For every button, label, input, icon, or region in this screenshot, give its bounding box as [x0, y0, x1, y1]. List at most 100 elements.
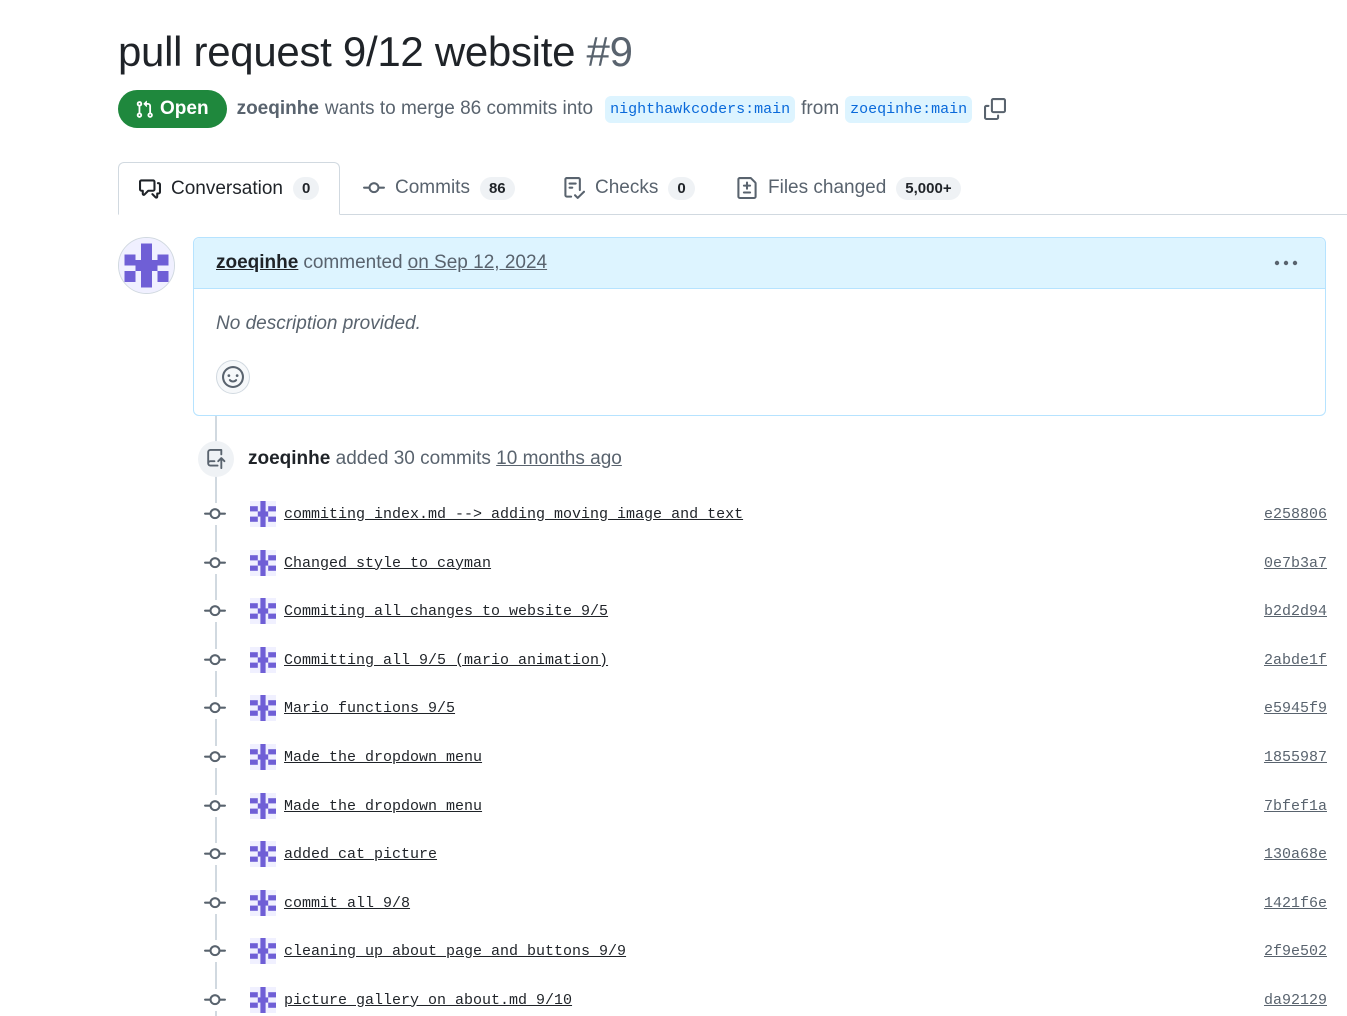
- pr-state-label: Open: [160, 98, 209, 119]
- git-commit-icon: [204, 697, 226, 719]
- commit-author-avatar[interactable]: [250, 987, 276, 1013]
- push-action-text: added 30 commits: [335, 448, 491, 469]
- git-commit-icon: [204, 940, 226, 962]
- comment-author-link[interactable]: zoeqinhe: [216, 252, 298, 274]
- base-branch-link[interactable]: nighthawkcoders:main: [605, 95, 796, 123]
- copy-icon[interactable]: [984, 98, 1007, 120]
- pr-title: pull request 9/12 website #9: [118, 28, 633, 76]
- file-diff-icon: [737, 177, 757, 199]
- tab-conversation-count: 0: [292, 177, 320, 200]
- head-branch-link[interactable]: zoeqinhe:main: [845, 95, 973, 123]
- commit-row: picture gallery on about.md 9/10 da92129: [204, 985, 1327, 1015]
- git-commit-icon: [204, 649, 226, 671]
- commit-message-link[interactable]: picture gallery on about.md 9/10: [284, 992, 572, 1009]
- pr-state-row: Open zoeqinhe wants to merge 86 commits …: [118, 89, 1007, 129]
- commit-row: commiting index.md --> adding moving ima…: [204, 499, 1327, 529]
- git-commit-icon: [204, 989, 226, 1011]
- commit-sha-link[interactable]: 2abde1f: [1264, 652, 1327, 669]
- comment-header: zoeqinhe commented on Sep 12, 2024: [194, 238, 1325, 289]
- comment-date-link[interactable]: on Sep 12, 2024: [408, 252, 547, 274]
- commit-sha-link[interactable]: 1855987: [1264, 749, 1327, 766]
- commit-row: Mario functions 9/5 e5945f9: [204, 693, 1327, 723]
- tab-checks[interactable]: Checks 0: [563, 162, 695, 214]
- tab-conversation-label: Conversation: [171, 177, 283, 199]
- commit-author-avatar[interactable]: [250, 793, 276, 819]
- commit-sha-link[interactable]: 1421f6e: [1264, 895, 1327, 912]
- commit-row: cleaning up about page and buttons 9/9 2f…: [204, 936, 1327, 966]
- tab-commits[interactable]: Commits 86: [363, 162, 515, 214]
- commit-sha-link[interactable]: e5945f9: [1264, 700, 1327, 717]
- commit-message-link[interactable]: cleaning up about page and buttons 9/9: [284, 943, 626, 960]
- git-commit-icon: [204, 843, 226, 865]
- push-time-link[interactable]: 10 months ago: [496, 448, 622, 469]
- commit-message-link[interactable]: Mario functions 9/5: [284, 700, 455, 717]
- pr-author-link[interactable]: zoeqinhe: [237, 98, 319, 120]
- commit-author-avatar[interactable]: [250, 841, 276, 867]
- git-commit-icon: [204, 746, 226, 768]
- commit-author-avatar[interactable]: [250, 938, 276, 964]
- git-commit-icon: [204, 600, 226, 622]
- git-commit-icon: [363, 182, 385, 194]
- tab-files-changed[interactable]: Files changed 5,000+: [736, 162, 961, 214]
- comment-box: zoeqinhe commented on Sep 12, 2024 No de…: [193, 237, 1326, 416]
- commit-message-link[interactable]: added cat picture: [284, 846, 437, 863]
- tab-commits-label: Commits: [395, 177, 470, 198]
- commit-row: commit all 9/8 1421f6e: [204, 888, 1327, 918]
- commit-message-link[interactable]: commiting index.md --> adding moving ima…: [284, 506, 743, 523]
- commit-author-avatar[interactable]: [250, 744, 276, 770]
- comment-discussion-icon: [139, 178, 161, 199]
- repo-push-icon: [198, 441, 234, 477]
- avatar[interactable]: [118, 237, 175, 294]
- commit-row: Commiting all changes to website 9/5 b2d2…: [204, 596, 1327, 626]
- commit-sha-link[interactable]: 130a68e: [1264, 846, 1327, 863]
- commit-sha-link[interactable]: 2f9e502: [1264, 943, 1327, 960]
- add-reaction-button[interactable]: [216, 360, 250, 394]
- pr-merge-text: wants to merge 86 commits into: [324, 98, 594, 119]
- commit-message-link[interactable]: commit all 9/8: [284, 895, 410, 912]
- git-commit-icon: [204, 795, 226, 817]
- commit-author-avatar[interactable]: [250, 647, 276, 673]
- pr-meta: zoeqinhe wants to merge 86 commits into …: [237, 95, 1007, 123]
- pr-state-badge: Open: [118, 90, 227, 128]
- commit-message-link[interactable]: Made the dropdown menu: [284, 749, 482, 766]
- push-event: zoeqinhe added 30 commits 10 months ago: [198, 440, 622, 478]
- commit-sha-link[interactable]: da92129: [1264, 992, 1327, 1009]
- pr-title-text: pull request 9/12 website: [118, 28, 576, 75]
- commit-row: Made the dropdown menu 1855987: [204, 742, 1327, 772]
- commit-author-avatar[interactable]: [250, 550, 276, 576]
- commit-sha-link[interactable]: b2d2d94: [1264, 603, 1327, 620]
- commit-row: added cat picture 130a68e: [204, 839, 1327, 869]
- tab-commits-count: 86: [479, 176, 515, 200]
- pr-from-text: from: [801, 98, 840, 119]
- kebab-horizontal-icon[interactable]: [1273, 252, 1299, 274]
- commit-message-link[interactable]: Commiting all changes to website 9/5: [284, 603, 608, 620]
- tab-conversation[interactable]: Conversation 0: [118, 162, 341, 215]
- identicon-avatar-icon: [119, 238, 174, 293]
- tab-files-changed-count: 5,000+: [896, 176, 961, 200]
- commit-message-link[interactable]: Committing all 9/5 (mario animation): [284, 652, 608, 669]
- pr-number: #9: [586, 28, 633, 75]
- commit-author-avatar[interactable]: [250, 501, 276, 527]
- push-author-link[interactable]: zoeqinhe: [248, 448, 330, 469]
- smiley-icon: [222, 366, 244, 388]
- commit-row: Made the dropdown menu 7bfef1a: [204, 791, 1327, 821]
- commit-row: Committing all 9/5 (mario animation) 2abd…: [204, 645, 1327, 675]
- comment-body: No description provided.: [216, 313, 421, 334]
- git-pull-request-icon: [136, 100, 153, 118]
- git-commit-icon: [204, 892, 226, 914]
- commit-sha-link[interactable]: e258806: [1264, 506, 1327, 523]
- push-event-text: zoeqinhe added 30 commits 10 months ago: [248, 448, 622, 470]
- commit-author-avatar[interactable]: [250, 695, 276, 721]
- commit-message-link[interactable]: Changed style to cayman: [284, 555, 491, 572]
- commit-author-avatar[interactable]: [250, 598, 276, 624]
- comment-verb: commented: [303, 252, 403, 273]
- tab-checks-label: Checks: [595, 177, 659, 198]
- commit-sha-link[interactable]: 7bfef1a: [1264, 798, 1327, 815]
- checklist-icon: [564, 177, 585, 199]
- git-commit-icon: [204, 503, 226, 525]
- commit-message-link[interactable]: Made the dropdown menu: [284, 798, 482, 815]
- commit-sha-link[interactable]: 0e7b3a7: [1264, 555, 1327, 572]
- tab-files-changed-label: Files changed: [768, 177, 887, 198]
- commit-author-avatar[interactable]: [250, 890, 276, 916]
- tab-checks-count: 0: [668, 176, 695, 200]
